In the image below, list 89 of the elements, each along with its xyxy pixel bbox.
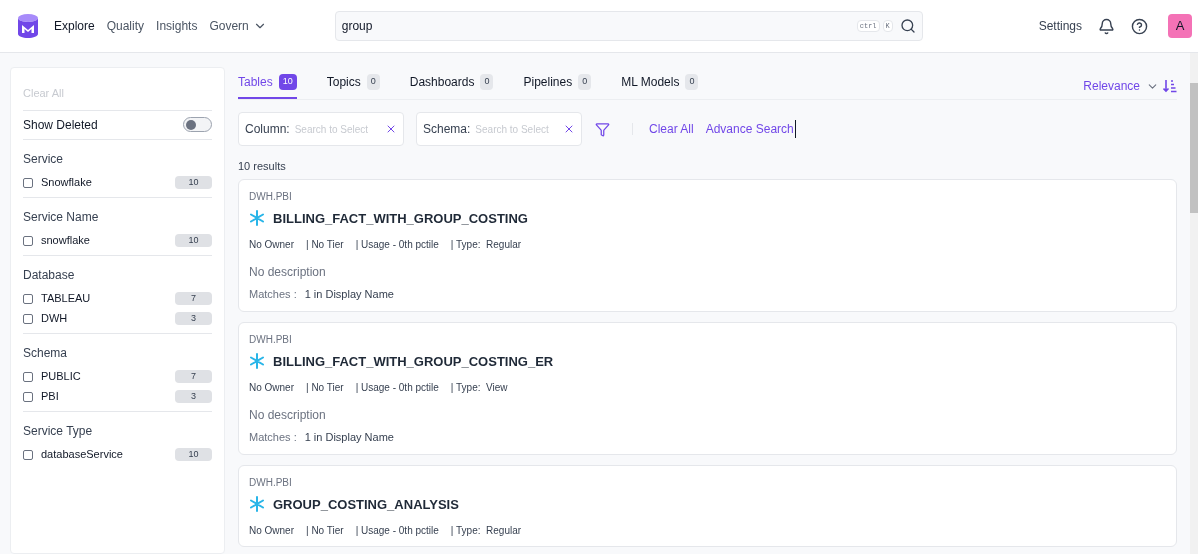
result-description: No description bbox=[249, 407, 327, 424]
result-title[interactable]: BILLING_FACT_WITH_GROUP_COSTING bbox=[273, 208, 528, 228]
result-meta: | Usage - 0th pctile bbox=[355, 238, 439, 252]
settings-link[interactable]: Settings bbox=[1038, 17, 1082, 35]
avatar[interactable]: A bbox=[1168, 14, 1192, 38]
filter-checkbox[interactable] bbox=[23, 235, 33, 246]
show-deleted-toggle[interactable] bbox=[183, 117, 212, 132]
result-path: DWH.PBI bbox=[249, 475, 293, 490]
nav-link[interactable]: Quality bbox=[106, 17, 145, 35]
filter-checkbox[interactable] bbox=[23, 391, 33, 402]
filter-group-title: Schema bbox=[23, 344, 69, 362]
filter-option-label[interactable]: PBI bbox=[41, 388, 175, 405]
count-badge: 7 bbox=[175, 370, 212, 383]
filter-group-title: Service Type bbox=[23, 422, 94, 440]
result-meta: No Owner bbox=[249, 524, 294, 538]
tab[interactable]: Tables 10 bbox=[238, 67, 297, 99]
filter-option-label[interactable]: databaseService bbox=[41, 446, 175, 463]
nav-link[interactable]: Explore bbox=[54, 17, 95, 35]
filter-option-label[interactable]: Snowflake bbox=[41, 174, 175, 191]
tab[interactable]: Pipelines 0 bbox=[523, 67, 592, 99]
clear-all-link[interactable]: Clear All bbox=[649, 120, 694, 138]
result-count: 10 results bbox=[238, 159, 287, 174]
count-badge: 10 bbox=[175, 234, 212, 247]
count-badge: 3 bbox=[175, 390, 212, 403]
result-meta: No Owner bbox=[249, 238, 294, 252]
nav-link[interactable]: Govern bbox=[209, 17, 267, 35]
bell-icon[interactable] bbox=[1098, 17, 1115, 35]
matches-label: Matches : bbox=[249, 430, 297, 445]
filter-icon[interactable] bbox=[595, 121, 610, 137]
filter-checkbox[interactable] bbox=[23, 293, 33, 304]
count-badge: 10 bbox=[175, 448, 212, 461]
filter-group-title: Service bbox=[23, 150, 64, 168]
result-card[interactable]: DWH.PBI BILLING_FACT_WITH_GROUP_COSTING No Owner | No Tier | Usage - 0th pctile | Type: Regular No description Matches : 1 in Display Name bbox=[238, 178, 1177, 312]
result-title[interactable]: BILLING_FACT_WITH_GROUP_COSTING_ER bbox=[273, 351, 554, 371]
result-meta: | No Tier bbox=[306, 524, 344, 538]
show-deleted-label: Show Deleted bbox=[23, 116, 98, 134]
filter-group-title: Database bbox=[23, 266, 76, 284]
count-badge: 7 bbox=[175, 292, 212, 305]
result-meta: | Type: Regular bbox=[450, 524, 522, 538]
filter-group-title: Service Name bbox=[23, 208, 100, 226]
help-icon[interactable] bbox=[1131, 17, 1148, 35]
result-meta: | Type: Regular bbox=[450, 238, 522, 252]
result-description: No description bbox=[249, 264, 327, 281]
logo-icon bbox=[17, 13, 39, 39]
snowflake-icon bbox=[249, 496, 265, 513]
search-icon[interactable] bbox=[899, 18, 916, 34]
filter-checkbox[interactable] bbox=[23, 313, 33, 324]
clear-icon[interactable] bbox=[385, 123, 397, 135]
search-value: group bbox=[341, 18, 374, 35]
matches-label: Matches : bbox=[249, 287, 297, 302]
nav-link[interactable]: Insights bbox=[156, 17, 198, 35]
result-card[interactable]: DWH.PBI GROUP_COSTING_ANALYSIS No Owner | No Tier | Usage - 0th pctile | Type: Regular bbox=[238, 464, 1177, 547]
matches-value: 1 in Display Name bbox=[304, 430, 394, 445]
tab-count: 0 bbox=[578, 74, 592, 90]
clear-icon[interactable] bbox=[563, 123, 575, 135]
result-meta: | Type: View bbox=[450, 381, 508, 395]
tab-count: 0 bbox=[480, 74, 494, 90]
result-title[interactable]: GROUP_COSTING_ANALYSIS bbox=[273, 494, 459, 514]
tab[interactable]: Topics 0 bbox=[326, 67, 380, 99]
filter-checkbox[interactable] bbox=[23, 371, 33, 382]
filter-checkbox[interactable] bbox=[23, 449, 33, 460]
sort-order-icon[interactable] bbox=[1163, 79, 1177, 93]
sort-dropdown[interactable]: Relevance bbox=[1083, 77, 1159, 95]
filter-option-label[interactable]: DWH bbox=[41, 310, 175, 327]
result-path: DWH.PBI bbox=[249, 332, 293, 347]
filter-option-label[interactable]: TABLEAU bbox=[41, 290, 175, 307]
tab-count: 0 bbox=[366, 74, 380, 90]
tab[interactable]: ML Models 0 bbox=[621, 67, 699, 99]
count-badge: 3 bbox=[175, 312, 212, 325]
tab-count: 10 bbox=[278, 74, 297, 90]
count-badge: 10 bbox=[175, 176, 212, 189]
snowflake-icon bbox=[249, 353, 265, 370]
result-meta: | No Tier bbox=[306, 238, 344, 252]
advance-search-link[interactable]: Advance Search bbox=[705, 120, 796, 138]
tab-count: 0 bbox=[685, 74, 699, 90]
filter-label: Schema: bbox=[423, 121, 471, 138]
filter-option-label[interactable]: snowflake bbox=[41, 232, 175, 249]
matches-value: 1 in Display Name bbox=[304, 287, 394, 302]
result-card[interactable]: DWH.PBI BILLING_FACT_WITH_GROUP_COSTING_ER No Owner | No Tier | Usage - 0th pctile | Type: View No description Matches : 1 in Display Name bbox=[238, 321, 1177, 455]
snowflake-icon bbox=[249, 210, 265, 227]
result-meta: | Usage - 0th pctile bbox=[355, 381, 439, 395]
filter-option-label[interactable]: PUBLIC bbox=[41, 368, 175, 385]
tab[interactable]: Dashboards 0 bbox=[409, 67, 494, 99]
result-meta: No Owner bbox=[249, 381, 294, 395]
filter-checkbox[interactable] bbox=[23, 177, 33, 188]
result-meta: | Usage - 0th pctile bbox=[355, 524, 439, 538]
filter-label: Column: bbox=[245, 121, 290, 138]
result-meta: | No Tier bbox=[306, 381, 344, 395]
result-path: DWH.PBI bbox=[249, 189, 293, 204]
